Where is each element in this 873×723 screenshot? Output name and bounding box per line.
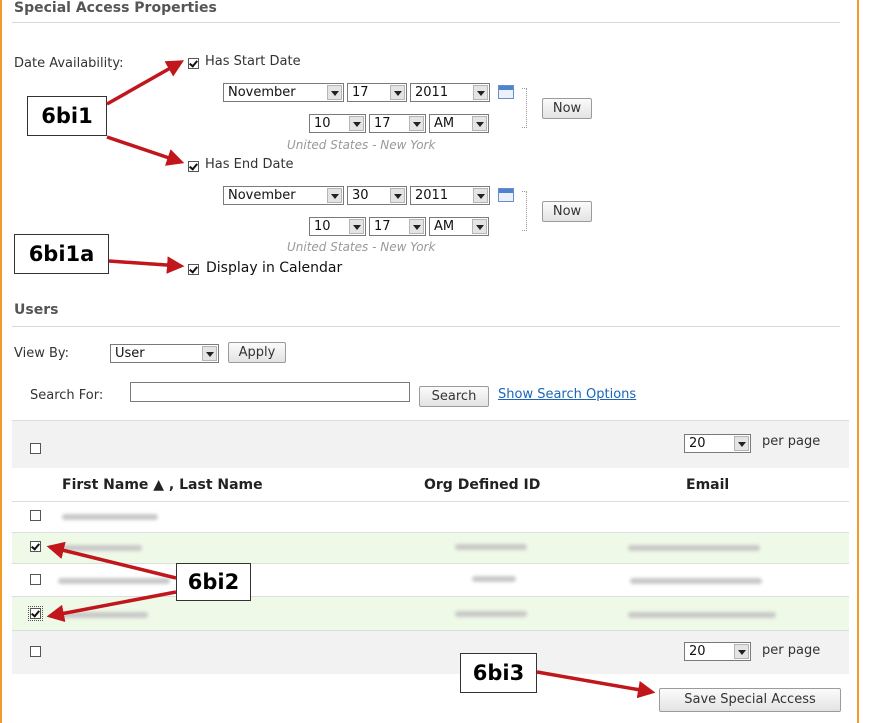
annotation-arrows <box>46 60 656 699</box>
